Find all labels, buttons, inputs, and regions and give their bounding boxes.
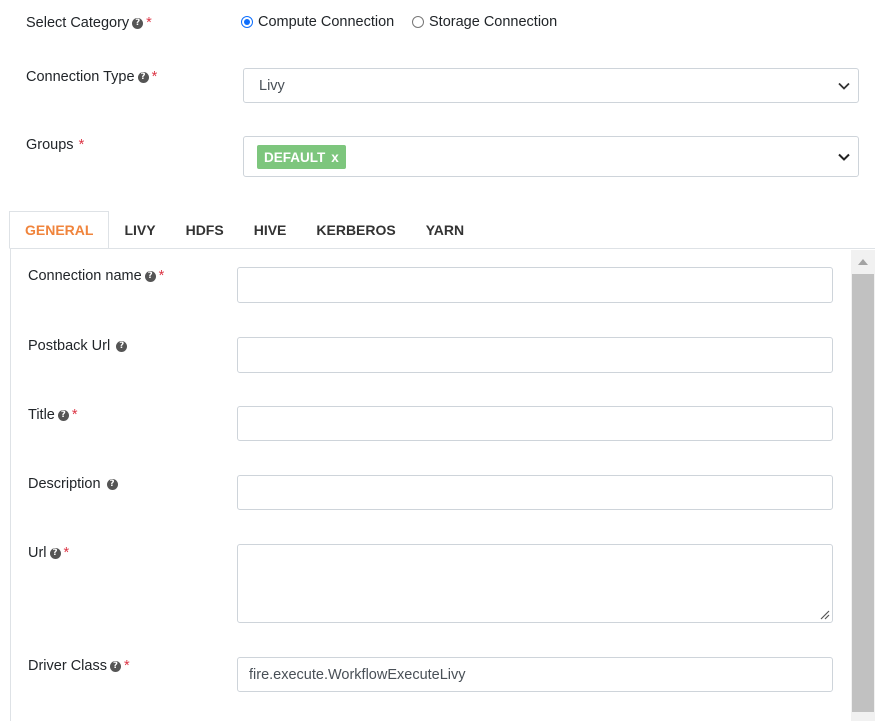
connection-name-label: Connection name ? * bbox=[28, 268, 165, 284]
help-icon[interactable]: ? bbox=[137, 71, 149, 83]
driver-class-label: Driver Class ? * bbox=[28, 658, 130, 674]
tab-hdfs[interactable]: HDFS bbox=[171, 211, 239, 248]
radio-compute-connection[interactable]: Compute Connection bbox=[241, 14, 394, 30]
required-asterisk: * bbox=[151, 69, 158, 85]
required-asterisk: * bbox=[146, 15, 152, 31]
chevron-down-icon bbox=[838, 153, 850, 161]
help-icon[interactable]: ? bbox=[57, 409, 69, 421]
help-icon[interactable]: ? bbox=[49, 547, 61, 559]
driver-class-input[interactable]: fire.execute.WorkflowExecuteLivy bbox=[237, 657, 833, 692]
remove-tag-button[interactable]: x bbox=[331, 150, 339, 165]
select-category-label: Select Category ? * bbox=[26, 15, 152, 31]
scrollbar-thumb[interactable] bbox=[852, 274, 874, 712]
connection-tabs: GENERAL LIVY HDFS HIVE KERBEROS YARN bbox=[9, 211, 479, 249]
help-icon[interactable]: ? bbox=[144, 270, 156, 282]
radio-button-unchecked[interactable] bbox=[412, 16, 424, 28]
required-asterisk: * bbox=[123, 658, 130, 674]
radio-button-checked[interactable] bbox=[241, 16, 253, 28]
tab-yarn[interactable]: YARN bbox=[411, 211, 479, 248]
description-input[interactable] bbox=[237, 475, 833, 510]
required-asterisk: * bbox=[71, 407, 78, 423]
chevron-down-icon bbox=[838, 82, 850, 90]
group-tag-default: DEFAULT x bbox=[257, 145, 346, 169]
help-icon[interactable]: ? bbox=[109, 660, 121, 672]
required-asterisk: * bbox=[63, 545, 70, 561]
url-label: Url ? * bbox=[28, 545, 70, 561]
postback-url-input[interactable] bbox=[237, 337, 833, 373]
required-asterisk: * bbox=[158, 268, 165, 284]
help-icon[interactable]: ? bbox=[106, 478, 118, 490]
tab-general[interactable]: GENERAL bbox=[9, 211, 110, 249]
description-label: Description ? bbox=[28, 476, 118, 492]
title-label: Title ? * bbox=[28, 407, 78, 423]
resize-handle-icon[interactable] bbox=[818, 608, 830, 620]
radio-storage-connection[interactable]: Storage Connection bbox=[412, 14, 557, 30]
help-icon[interactable]: ? bbox=[116, 340, 128, 352]
title-input[interactable] bbox=[237, 406, 833, 441]
connection-type-select[interactable]: Livy bbox=[243, 68, 859, 103]
url-textarea[interactable] bbox=[237, 544, 833, 623]
connection-name-input[interactable] bbox=[237, 267, 833, 303]
tab-kerberos[interactable]: KERBEROS bbox=[301, 211, 410, 248]
required-asterisk: * bbox=[78, 137, 85, 153]
tab-livy[interactable]: LIVY bbox=[109, 211, 170, 248]
postback-url-label: Postback Url ? bbox=[28, 338, 128, 354]
groups-label: Groups * bbox=[26, 137, 85, 153]
connection-type-value: Livy bbox=[259, 78, 285, 94]
connection-type-label: Connection Type ? * bbox=[26, 69, 158, 85]
tab-hive[interactable]: HIVE bbox=[239, 211, 302, 248]
help-icon[interactable]: ? bbox=[132, 17, 144, 29]
groups-multiselect[interactable]: DEFAULT x bbox=[243, 136, 859, 177]
scroll-up-arrow-icon[interactable] bbox=[851, 250, 875, 274]
